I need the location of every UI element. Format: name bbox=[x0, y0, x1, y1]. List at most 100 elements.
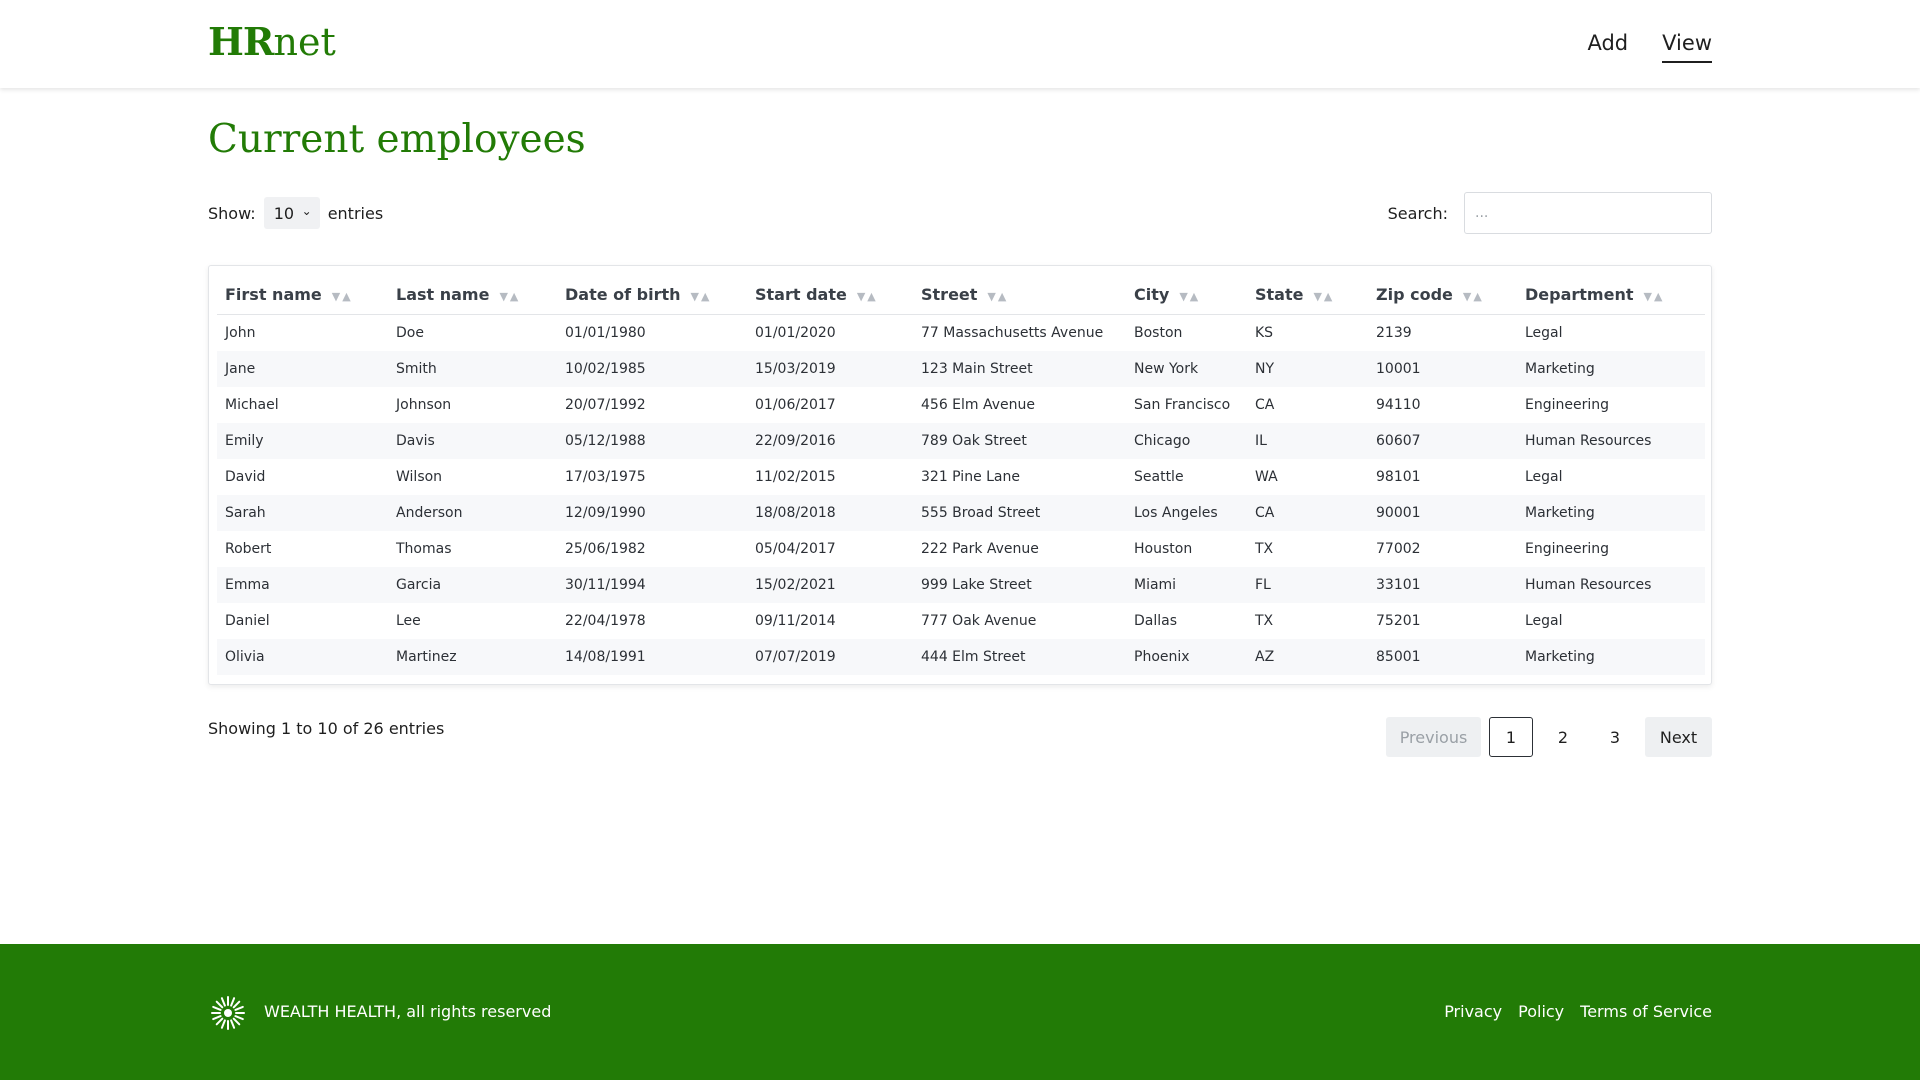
hrnet-logo[interactable]: HRnet bbox=[208, 18, 336, 66]
column-header-label: Zip code bbox=[1376, 284, 1453, 304]
table-cell: 25/06/1982 bbox=[565, 541, 646, 557]
page-title: Current employees bbox=[208, 117, 586, 162]
search-input[interactable] bbox=[1464, 192, 1712, 234]
column-header-label: Last name bbox=[396, 284, 490, 304]
sort-arrows-icon[interactable]: ▼▲ bbox=[691, 290, 712, 303]
table-cell: CA bbox=[1247, 495, 1368, 531]
column-header-label: Start date bbox=[755, 284, 847, 304]
table-cell: 85001 bbox=[1368, 639, 1517, 675]
table-cell: 09/11/2014 bbox=[755, 613, 836, 629]
column-header[interactable]: Last name ▼▲ bbox=[388, 274, 557, 315]
table-cell: Human Resources bbox=[1517, 567, 1705, 603]
column-header[interactable]: First name ▼▲ bbox=[217, 274, 388, 315]
table-cell: Martinez bbox=[388, 639, 557, 675]
sort-arrows-icon[interactable]: ▼▲ bbox=[332, 290, 353, 303]
header-row: First name ▼▲ Last name ▼▲ Date of birth ▼▲ St… bbox=[217, 274, 1705, 315]
column-header-label: Department bbox=[1525, 284, 1634, 304]
nav-view-link[interactable]: View bbox=[1662, 28, 1712, 63]
table-cell: FL bbox=[1247, 567, 1368, 603]
table-cell: Engineering bbox=[1525, 397, 1609, 413]
table-cell: 20/07/1992 bbox=[565, 397, 646, 413]
table-cell: 05/12/1988 bbox=[557, 423, 747, 459]
table-cell: Emily bbox=[217, 423, 388, 459]
table-cell: Jane bbox=[217, 351, 388, 387]
table-cell: Michael bbox=[225, 397, 279, 413]
table-cell: 75201 bbox=[1376, 613, 1421, 629]
table-cell: Dallas bbox=[1134, 613, 1178, 629]
table-cell: Wilson bbox=[396, 469, 443, 485]
table-cell: 456 Elm Avenue bbox=[921, 397, 1036, 413]
sort-arrows-icon[interactable]: ▼▲ bbox=[499, 290, 520, 303]
table-cell: Smith bbox=[388, 351, 557, 387]
search-control: Search: bbox=[1388, 192, 1712, 234]
table-cell: Anderson bbox=[388, 495, 557, 531]
table-cell: Human Resources bbox=[1517, 423, 1705, 459]
table-cell: Thomas bbox=[396, 541, 452, 557]
table-row: Emma Garcia 30/11/1994 15/02/2021 999 Lake S… bbox=[217, 567, 1705, 603]
sort-arrows-icon[interactable]: ▼▲ bbox=[1643, 290, 1664, 303]
previous-button[interactable]: Previous bbox=[1386, 717, 1481, 757]
table-cell: AZ bbox=[1247, 639, 1368, 675]
footer-link-privacy[interactable]: Privacy bbox=[1444, 999, 1502, 1025]
employees-table: First name ▼▲ Last name ▼▲ Date of birth ▼▲ St… bbox=[217, 274, 1705, 675]
table-cell: 90001 bbox=[1368, 495, 1517, 531]
table-cell: San Francisco bbox=[1134, 397, 1231, 413]
entries-select[interactable]: 10 ⌄ bbox=[263, 197, 320, 229]
show-label: Show: bbox=[208, 203, 256, 223]
table-cell: 07/07/2019 bbox=[747, 639, 913, 675]
table-cell: 30/11/1994 bbox=[557, 567, 747, 603]
table-cell: 10/02/1985 bbox=[557, 351, 747, 387]
column-header[interactable]: Department ▼▲ bbox=[1517, 274, 1705, 315]
page-1-button[interactable]: 1 bbox=[1489, 717, 1533, 757]
table-cell: Davis bbox=[388, 423, 557, 459]
table-cell: Emma bbox=[217, 567, 388, 603]
table-cell: 22/04/1978 bbox=[565, 613, 646, 629]
table-cell: Chicago bbox=[1126, 423, 1247, 459]
table-cell: 33101 bbox=[1368, 567, 1517, 603]
next-button[interactable]: Next bbox=[1645, 717, 1712, 757]
page-2-button[interactable]: 2 bbox=[1541, 717, 1585, 757]
column-header[interactable]: Date of birth ▼▲ bbox=[557, 274, 747, 315]
column-header[interactable]: State ▼▲ bbox=[1247, 274, 1368, 315]
entries-label: entries bbox=[327, 203, 384, 223]
table-cell: Boston bbox=[1134, 325, 1183, 341]
table-row: Daniel Lee 22/04/1978 09/11/2014 777 Oak Ave… bbox=[217, 603, 1705, 639]
table-cell: NY bbox=[1247, 351, 1368, 387]
table-body: John Doe 01/01/1980 01/01/2020 77 Massachuse… bbox=[217, 315, 1705, 675]
table-cell: Lee bbox=[396, 613, 421, 629]
table-cell: 01/01/1980 bbox=[565, 325, 646, 341]
table-cell: 444 Elm Street bbox=[913, 639, 1126, 675]
wealth-health-logo-icon bbox=[211, 996, 245, 1030]
entries-length-control: Show: 10 ⌄ entries bbox=[208, 197, 383, 229]
column-header[interactable]: Street ▼▲ bbox=[913, 274, 1126, 315]
table-row: David Wilson 17/03/1975 11/02/2015 321 Pine … bbox=[217, 459, 1705, 495]
footer-links: Privacy Policy Terms of Service bbox=[1444, 999, 1712, 1025]
footer-copyright: WEALTH HEALTH, all rights reserved bbox=[264, 1002, 552, 1021]
table-cell: 18/08/2018 bbox=[747, 495, 913, 531]
footer: WEALTH HEALTH, all rights reserved Priva… bbox=[0, 944, 1920, 1080]
sort-arrows-icon[interactable]: ▼▲ bbox=[1179, 290, 1200, 303]
table-header: First name ▼▲ Last name ▼▲ Date of birth ▼▲ St… bbox=[217, 274, 1705, 315]
table-cell: Los Angeles bbox=[1126, 495, 1247, 531]
nav-add-link[interactable]: Add bbox=[1587, 28, 1628, 63]
sort-arrows-icon[interactable]: ▼▲ bbox=[1463, 290, 1484, 303]
footer-link-terms[interactable]: Terms of Service bbox=[1580, 999, 1712, 1025]
sort-arrows-icon[interactable]: ▼▲ bbox=[1313, 290, 1334, 303]
column-header-label: First name bbox=[225, 284, 322, 304]
logo-bold-text: HR bbox=[208, 19, 274, 64]
column-header[interactable]: Zip code ▼▲ bbox=[1368, 274, 1517, 315]
sort-arrows-icon[interactable]: ▼▲ bbox=[987, 290, 1008, 303]
footer-link-policy[interactable]: Policy bbox=[1518, 999, 1564, 1025]
table-row: Sarah Anderson 12/09/1990 18/08/2018 555 Bro… bbox=[217, 495, 1705, 531]
table-cell: Seattle bbox=[1134, 469, 1184, 485]
table-cell: 777 Oak Avenue bbox=[921, 613, 1037, 629]
column-header[interactable]: City ▼▲ bbox=[1126, 274, 1247, 315]
table-cell: WA bbox=[1255, 469, 1278, 485]
table-row: Robert Thomas 25/06/1982 05/04/2017 222 Park… bbox=[217, 531, 1705, 567]
table-row: Olivia Martinez 14/08/1991 07/07/2019 444 El… bbox=[217, 639, 1705, 675]
logo-rest-text: net bbox=[273, 20, 336, 64]
sort-arrows-icon[interactable]: ▼▲ bbox=[857, 290, 878, 303]
column-header[interactable]: Start date ▼▲ bbox=[747, 274, 913, 315]
page-3-button[interactable]: 3 bbox=[1593, 717, 1637, 757]
table-cell: Doe bbox=[396, 325, 424, 341]
